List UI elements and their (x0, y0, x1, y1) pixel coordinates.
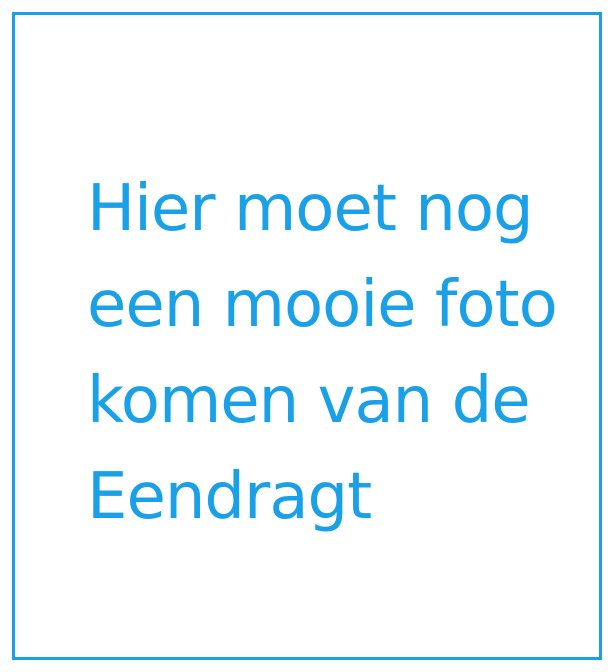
placeholder-line-2: een mooie foto (87, 268, 558, 342)
placeholder-line-3: komen van de (87, 364, 531, 438)
placeholder-line-1: Hier moet nog (87, 172, 534, 246)
photo-placeholder-frame: Hier moet nog een mooie foto komen van d… (12, 12, 602, 660)
placeholder-message: Hier moet nog een mooie foto komen van d… (87, 161, 597, 545)
placeholder-line-4: Eendragt (87, 460, 372, 534)
